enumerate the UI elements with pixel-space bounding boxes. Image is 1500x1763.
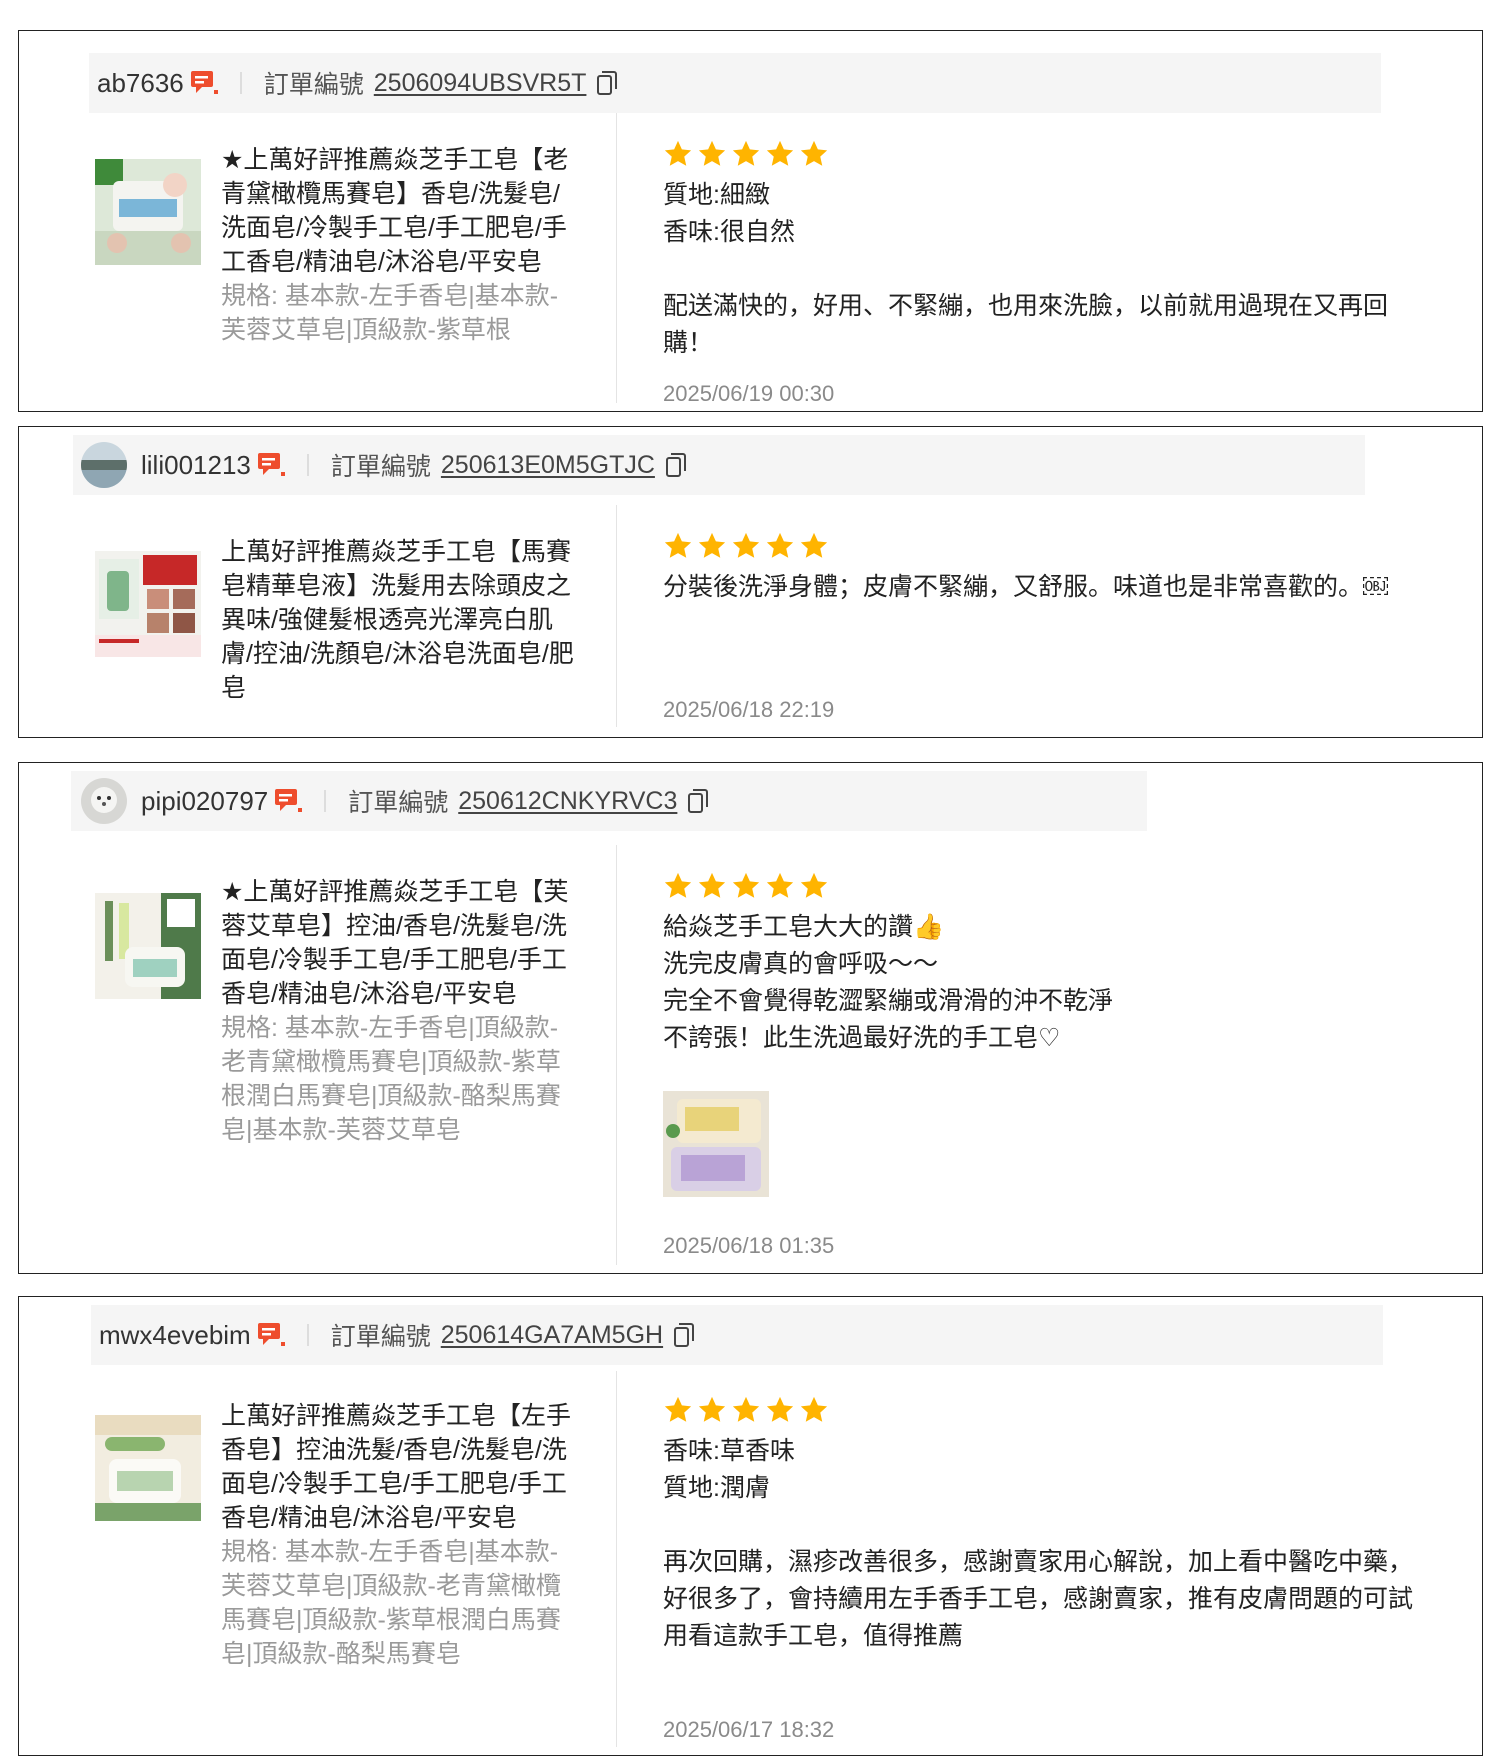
review-card: mwx4evebim 訂單編號 250614GA7AM5GH 上萬好評推薦焱芝手… — [18, 1296, 1483, 1756]
review-date: 2025/06/18 22:19 — [663, 697, 835, 722]
avatar[interactable] — [81, 442, 127, 488]
review-text-line: 質地:潤膚 — [663, 1474, 770, 1502]
review-body: 香味:草香味 質地:潤膚 再次回購，濕疹改善很多，感謝賣家用心解說，加上看中醫吃… — [663, 1395, 1423, 1655]
separator — [306, 1324, 309, 1346]
review-text-line: 配送滿快的，好用、不緊繃，也用來洗臉，以前就用過現在又再回購！ — [663, 292, 1389, 357]
star-icon — [664, 1396, 692, 1422]
review-header: mwx4evebim 訂單編號 250614GA7AM5GH — [91, 1305, 1383, 1365]
product-name[interactable]: 上萬好評推薦焱芝手工皂【馬賽皂精華皂液】洗髮用去除頭皮之異味/強健髮根透亮光澤亮… — [221, 535, 581, 705]
review-text-line: 香味:很自然 — [663, 218, 795, 246]
review-card: lili001213 訂單編號 250613E0M5GTJC 上萬好評推薦焱芝手… — [18, 426, 1483, 738]
copy-icon[interactable] — [687, 788, 709, 814]
star-icon — [664, 140, 692, 166]
product-variant: 規格: 基本款-左手香皂|基本款-芙蓉艾草皂|頂級款-老青黛橄欖馬賽皂|頂級款-… — [221, 1538, 561, 1668]
column-divider — [616, 505, 617, 727]
star-icon — [698, 532, 726, 558]
review-header: pipi020797 訂單編號 250612CNKYRVC3 — [71, 771, 1147, 831]
product-title[interactable]: 上萬好評推薦焱芝手工皂【馬賽皂精華皂液】洗髮用去除頭皮之異味/強健髮根透亮光澤亮… — [221, 538, 574, 702]
order-number-link[interactable]: 250613E0M5GTJC — [441, 451, 655, 480]
review-text-line: 給焱芝手工皂大大的讚👍 — [663, 913, 945, 941]
review-photo[interactable] — [663, 1091, 769, 1197]
order-label: 訂單編號 — [348, 789, 449, 817]
review-date: 2025/06/18 01:35 — [663, 1233, 835, 1258]
chat-icon[interactable] — [257, 452, 285, 478]
product-thumbnail[interactable] — [95, 893, 201, 999]
username[interactable]: ab7636 — [97, 68, 184, 99]
star-icon — [766, 872, 794, 898]
chat-icon[interactable] — [274, 788, 303, 814]
review-card: pipi020797 訂單編號 250612CNKYRVC3 ★上萬好評推薦焱芝… — [18, 762, 1483, 1274]
review-body: 分裝後洗淨身體；皮膚不緊繃，又舒服。味道也是非常喜歡的。￼ — [663, 531, 1423, 606]
product-thumbnail[interactable] — [95, 159, 201, 265]
username[interactable]: pipi020797 — [141, 786, 268, 817]
star-icon — [732, 532, 760, 558]
review-text-line: 完全不會覺得乾澀緊繃或滑滑的沖不乾淨 — [663, 987, 1114, 1015]
column-divider — [616, 845, 617, 1265]
star-icon — [732, 1396, 760, 1422]
copy-icon[interactable] — [673, 1322, 695, 1348]
product-title[interactable]: 上萬好評推薦焱芝手工皂【左手香皂】控油洗髮/香皂/洗髮皂/洗面皂/冷製手工皂/手… — [221, 1402, 571, 1532]
review-text-line — [663, 1507, 1423, 1544]
star-rating — [663, 871, 1423, 901]
star-icon — [800, 1396, 828, 1422]
order-label: 訂單編號 — [330, 453, 431, 481]
review-text-line: 質地:細緻 — [663, 181, 770, 209]
order-number-link[interactable]: 250612CNKYRVC3 — [458, 787, 677, 816]
separator — [306, 454, 309, 476]
product-title[interactable]: ★上萬好評推薦焱芝手工皂【芙蓉艾草皂】控油/香皂/洗髮皂/洗面皂/冷製手工皂/手… — [221, 878, 568, 1008]
copy-icon[interactable] — [665, 452, 687, 478]
chat-icon[interactable] — [257, 1322, 285, 1348]
review-text-line: 再次回購，濕疹改善很多，感謝賣家用心解說，加上看中醫吃中藥，好很多了，會持續用左… — [663, 1548, 1414, 1650]
star-icon — [800, 140, 828, 166]
star-rating — [663, 531, 1423, 561]
review-body: 質地:細緻 香味:很自然 配送滿快的，好用、不緊繃，也用來洗臉，以前就用過現在又… — [663, 139, 1423, 362]
review-body: 給焱芝手工皂大大的讚👍 洗完皮膚真的會呼吸～～ 完全不會覺得乾澀緊繃或滑滑的沖不… — [663, 871, 1423, 1197]
product-name[interactable]: 上萬好評推薦焱芝手工皂【左手香皂】控油洗髮/香皂/洗髮皂/洗面皂/冷製手工皂/手… — [221, 1399, 581, 1671]
avatar[interactable] — [81, 778, 127, 824]
column-divider — [616, 113, 617, 403]
star-icon — [766, 532, 794, 558]
star-icon — [766, 1396, 794, 1422]
column-divider — [616, 1371, 617, 1747]
star-icon — [664, 872, 692, 898]
product-thumbnail[interactable] — [95, 1415, 201, 1521]
chat-icon[interactable] — [190, 70, 218, 96]
order-label: 訂單編號 — [263, 71, 364, 99]
review-text-line: 洗完皮膚真的會呼吸～～ — [663, 950, 939, 978]
product-name[interactable]: ★上萬好評推薦焱芝手工皂【老青黛橄欖馬賽皂】香皂/洗髮皂/洗面皂/冷製手工皂/手… — [221, 143, 581, 347]
order-number-link[interactable]: 250614GA7AM5GH — [441, 1321, 663, 1350]
star-rating — [663, 1395, 1423, 1425]
review-text-line: 香味:草香味 — [663, 1437, 795, 1465]
order-label: 訂單編號 — [330, 1323, 431, 1351]
review-date: 2025/06/19 00:30 — [663, 381, 835, 406]
username[interactable]: lili001213 — [141, 450, 251, 481]
star-icon — [698, 1396, 726, 1422]
review-text-line: 不誇張！此生洗過最好洗的手工皂♡ — [663, 1024, 1061, 1052]
review-header: ab7636 訂單編號 2506094UBSVR5T — [89, 53, 1381, 113]
star-icon — [732, 872, 760, 898]
product-title[interactable]: ★上萬好評推薦焱芝手工皂【老青黛橄欖馬賽皂】香皂/洗髮皂/洗面皂/冷製手工皂/手… — [221, 146, 568, 276]
star-rating — [663, 139, 1423, 169]
product-variant: 規格: 基本款-左手香皂|基本款-芙蓉艾草皂|頂級款-紫草根 — [221, 282, 559, 344]
username[interactable]: mwx4evebim — [99, 1320, 251, 1351]
separator — [239, 72, 242, 94]
review-date: 2025/06/17 18:32 — [663, 1717, 835, 1742]
separator — [324, 790, 327, 812]
star-icon — [800, 532, 828, 558]
order-number-link[interactable]: 2506094UBSVR5T — [374, 69, 587, 98]
star-icon — [766, 140, 794, 166]
star-icon — [732, 140, 760, 166]
copy-icon[interactable] — [596, 70, 618, 96]
star-icon — [698, 140, 726, 166]
review-card: ab7636 訂單編號 2506094UBSVR5T ★上萬好評推薦焱芝手工皂【… — [18, 30, 1483, 412]
product-name[interactable]: ★上萬好評推薦焱芝手工皂【芙蓉艾草皂】控油/香皂/洗髮皂/洗面皂/冷製手工皂/手… — [221, 875, 581, 1147]
product-thumbnail[interactable] — [95, 551, 201, 657]
star-icon — [800, 872, 828, 898]
product-variant: 規格: 基本款-左手香皂|頂級款-老青黛橄欖馬賽皂|頂級款-紫草根潤白馬賽皂|頂… — [221, 1014, 561, 1144]
review-header: lili001213 訂單編號 250613E0M5GTJC — [73, 435, 1365, 495]
star-icon — [664, 532, 692, 558]
review-text-line — [663, 251, 1423, 288]
star-icon — [698, 872, 726, 898]
review-text-line: 分裝後洗淨身體；皮膚不緊繃，又舒服。味道也是非常喜歡的。￼ — [663, 573, 1389, 601]
